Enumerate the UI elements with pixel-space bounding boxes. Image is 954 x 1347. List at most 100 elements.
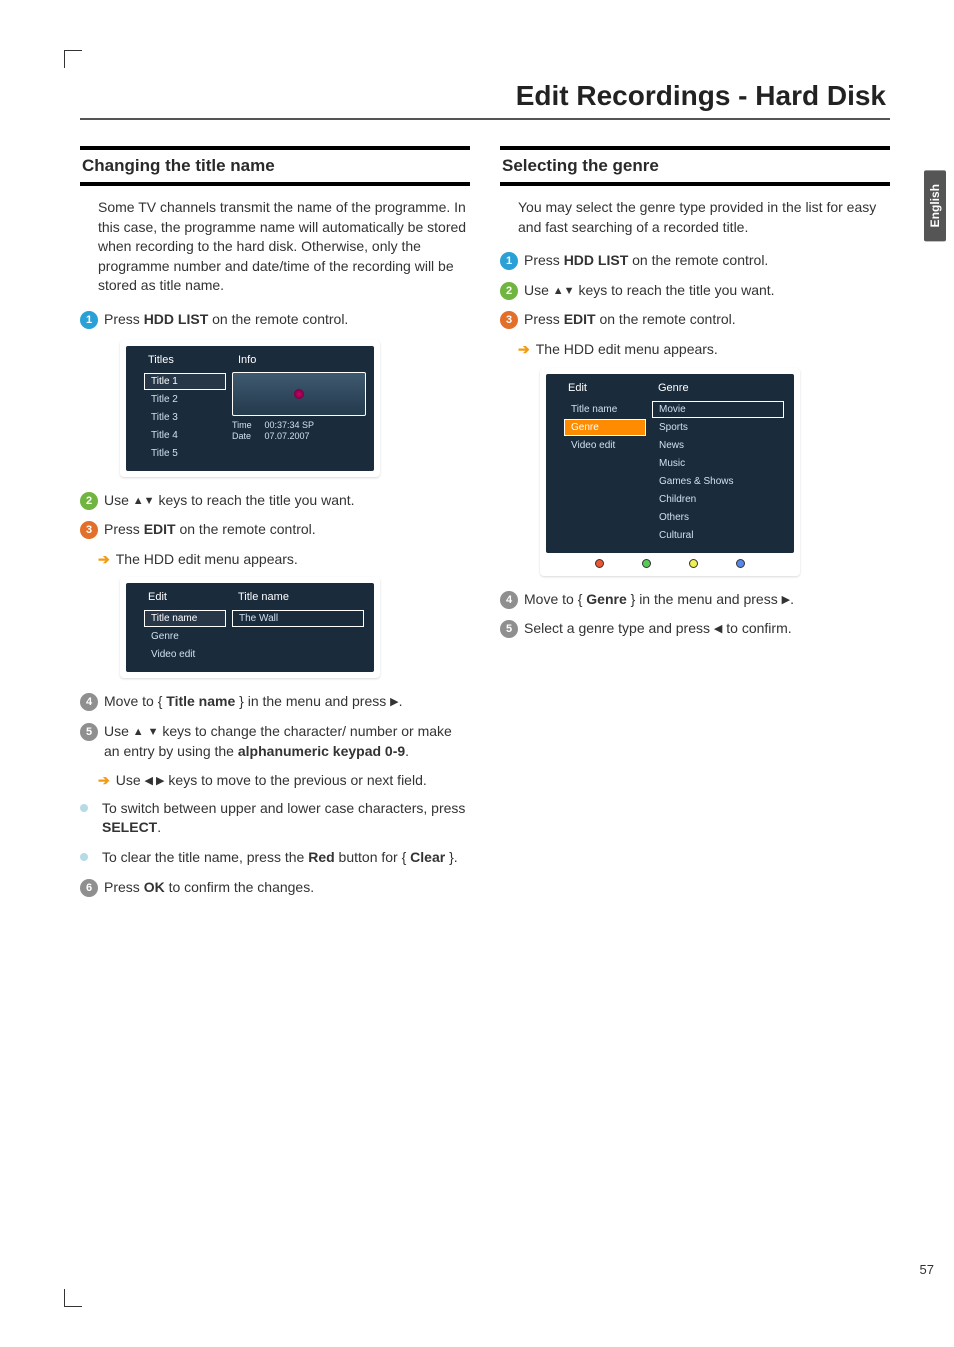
t: To clear the title name, press the [102,849,308,865]
step-badge-6: 6 [80,879,98,897]
t: Press [104,521,144,537]
screenshot-genre-menu: EditGenre Title name Genre Video edit Mo… [540,368,890,576]
t: on the remote control. [208,311,348,327]
t: The HDD edit menu appears. [536,340,718,360]
arrow-icon: ➔ [518,340,530,360]
genre-item: Sports [652,419,784,436]
step-badge-1: 1 [500,252,518,270]
meta: Date [232,431,262,443]
meta: Time [232,420,262,432]
t: To switch between upper and lower case c… [102,800,465,816]
col-head: Info [238,354,256,366]
list-item: Title name [564,401,646,418]
list-item: Title 3 [144,409,226,426]
t: to confirm. [722,620,791,636]
step-2: 2 Use ▲▼ keys to reach the title you wan… [500,281,890,301]
step-5: 5 Select a genre type and press ◀ to con… [500,619,890,639]
t: HDD LIST [144,311,209,327]
page-number: 57 [920,1262,934,1277]
value: The Wall [232,610,364,627]
t: Press [524,311,564,327]
list-item: Title 2 [144,391,226,408]
t: HDD LIST [564,252,629,268]
sub-result: ➔ The HDD edit menu appears. [518,340,890,360]
t: to confirm the changes. [165,879,314,895]
col-head: Genre [658,382,689,394]
genre-item: News [652,437,784,454]
step-5: 5 Use ▲ ▼ keys to change the character/ … [80,722,470,761]
t: Use [104,723,133,739]
t: EDIT [144,521,176,537]
section-heading-title-name: Changing the title name [80,146,470,186]
step-badge-5: 5 [500,620,518,638]
intro-paragraph: You may select the genre type provided i… [518,198,890,237]
t: } in the menu and press [627,591,782,607]
t: Move to { [524,591,586,607]
t: } in the menu and press [235,693,390,709]
step-2: 2 Use ▲▼ keys to reach the title you wan… [80,491,470,511]
genre-item: Music [652,455,784,472]
t: Use [116,772,145,788]
t: Press [104,879,144,895]
t: on the remote control. [176,521,316,537]
genre-item: Cultural [652,527,784,544]
t: button for { [335,849,411,865]
genre-item: Movie [652,401,784,418]
crop-mark [64,1289,82,1307]
right-column: Selecting the genre You may select the g… [500,146,890,907]
list-item: Title 4 [144,427,226,444]
step-badge-2: 2 [500,282,518,300]
list-item: Genre [564,419,646,436]
t: Press [104,311,144,327]
green-dot-icon [642,559,651,568]
t: alphanumeric keypad 0-9 [238,743,405,759]
step-badge-2: 2 [80,492,98,510]
section-heading-genre: Selecting the genre [500,146,890,186]
down-icon: ▼ [148,725,159,740]
screenshot-edit-menu: EditTitle name Title name Genre Video ed… [120,577,470,678]
list-item: Title 1 [144,373,226,390]
t: OK [144,879,165,895]
sub-result: ➔Use ◀ ▶ keys to move to the previous or… [98,771,470,791]
t: The HDD edit menu appears. [116,550,298,570]
up-down-icon: ▲▼ [133,494,155,509]
right-icon: ▶ [782,593,790,608]
left-right-icon: ◀ ▶ [145,774,165,789]
t: Press [524,252,564,268]
step-badge-4: 4 [500,591,518,609]
t: EDIT [564,311,596,327]
col-head: Edit [568,382,658,394]
t: Genre [586,591,626,607]
t: Select a genre type and press [524,620,714,636]
col-head: Title name [238,591,289,603]
step-3: 3 Press EDIT on the remote control. [80,520,470,540]
bullet-icon [80,853,88,861]
col-head: Edit [148,591,238,603]
crop-mark [64,50,82,68]
up-down-icon: ▲▼ [553,284,575,299]
meta: 00:37:34 SP [265,420,315,430]
step-badge-5: 5 [80,723,98,741]
step-4: 4 Move to { Genre } in the menu and pres… [500,590,890,610]
blue-dot-icon [736,559,745,568]
t: Use [104,492,133,508]
step-3: 3 Press EDIT on the remote control. [500,310,890,330]
preview-thumb [232,372,366,416]
left-column: Changing the title name Some TV channels… [80,146,470,907]
list-item: Title name [144,610,226,627]
t: Use [524,282,553,298]
bullet-icon [80,804,88,812]
arrow-icon: ➔ [98,550,110,570]
t: on the remote control. [628,252,768,268]
t: Clear [410,849,445,865]
t: on the remote control. [596,311,736,327]
step-4: 4 Move to { Title name } in the menu and… [80,692,470,712]
up-icon: ▲ [133,725,144,740]
t: Title name [166,693,235,709]
col-head: Titles [148,354,238,366]
intro-paragraph: Some TV channels transmit the name of th… [98,198,470,296]
t: }. [445,849,457,865]
red-dot-icon [595,559,604,568]
t: . [157,819,161,835]
step-badge-4: 4 [80,693,98,711]
